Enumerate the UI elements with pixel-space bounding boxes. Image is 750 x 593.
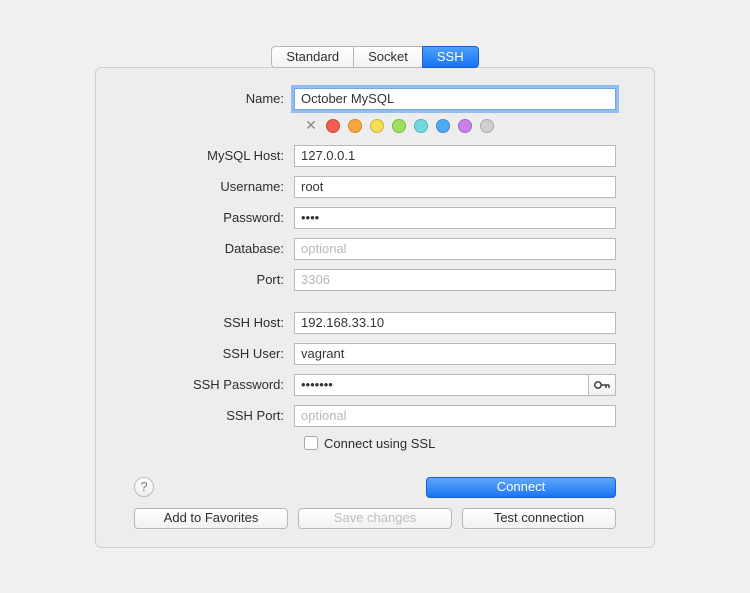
ssh-user-label: SSH User: [134,346,294,361]
color-blue[interactable] [436,119,450,133]
color-orange[interactable] [348,119,362,133]
ssh-password-label: SSH Password: [134,377,294,392]
name-input[interactable] [294,88,616,110]
ssh-host-input[interactable] [294,312,616,334]
color-teal[interactable] [414,119,428,133]
database-input[interactable] [294,238,616,260]
ssh-port-input[interactable] [294,405,616,427]
database-label: Database: [134,241,294,256]
ssl-checkbox[interactable] [304,436,318,450]
help-button[interactable]: ? [134,477,154,497]
color-gray[interactable] [480,119,494,133]
color-red[interactable] [326,119,340,133]
username-input[interactable] [294,176,616,198]
password-input[interactable] [294,207,616,229]
key-icon [594,380,610,390]
ssh-password-input[interactable] [294,374,589,396]
ssl-label: Connect using SSL [324,436,435,451]
mysql-host-label: MySQL Host: [134,148,294,163]
password-label: Password: [134,210,294,225]
tab-ssh[interactable]: SSH [422,46,479,68]
port-label: Port: [134,272,294,287]
color-green[interactable] [392,119,406,133]
connect-button[interactable]: Connect [426,477,616,498]
mysql-host-input[interactable] [294,145,616,167]
save-changes-button[interactable]: Save changes [298,508,452,529]
ssh-user-input[interactable] [294,343,616,365]
test-connection-button[interactable]: Test connection [462,508,616,529]
tab-standard[interactable]: Standard [271,46,353,68]
color-yellow[interactable] [370,119,384,133]
port-input[interactable] [294,269,616,291]
username-label: Username: [134,179,294,194]
connection-tabs: Standard Socket SSH [95,46,655,68]
color-picker: ✕ [304,119,616,133]
color-purple[interactable] [458,119,472,133]
name-label: Name: [134,91,294,106]
add-to-favorites-button[interactable]: Add to Favorites [134,508,288,529]
ssh-port-label: SSH Port: [134,408,294,423]
tab-socket[interactable]: Socket [353,46,422,68]
connection-panel: Name: ✕ MySQL Host: U [95,67,655,548]
ssh-host-label: SSH Host: [134,315,294,330]
ssh-key-button[interactable] [588,374,616,396]
color-clear-icon[interactable]: ✕ [304,119,318,133]
